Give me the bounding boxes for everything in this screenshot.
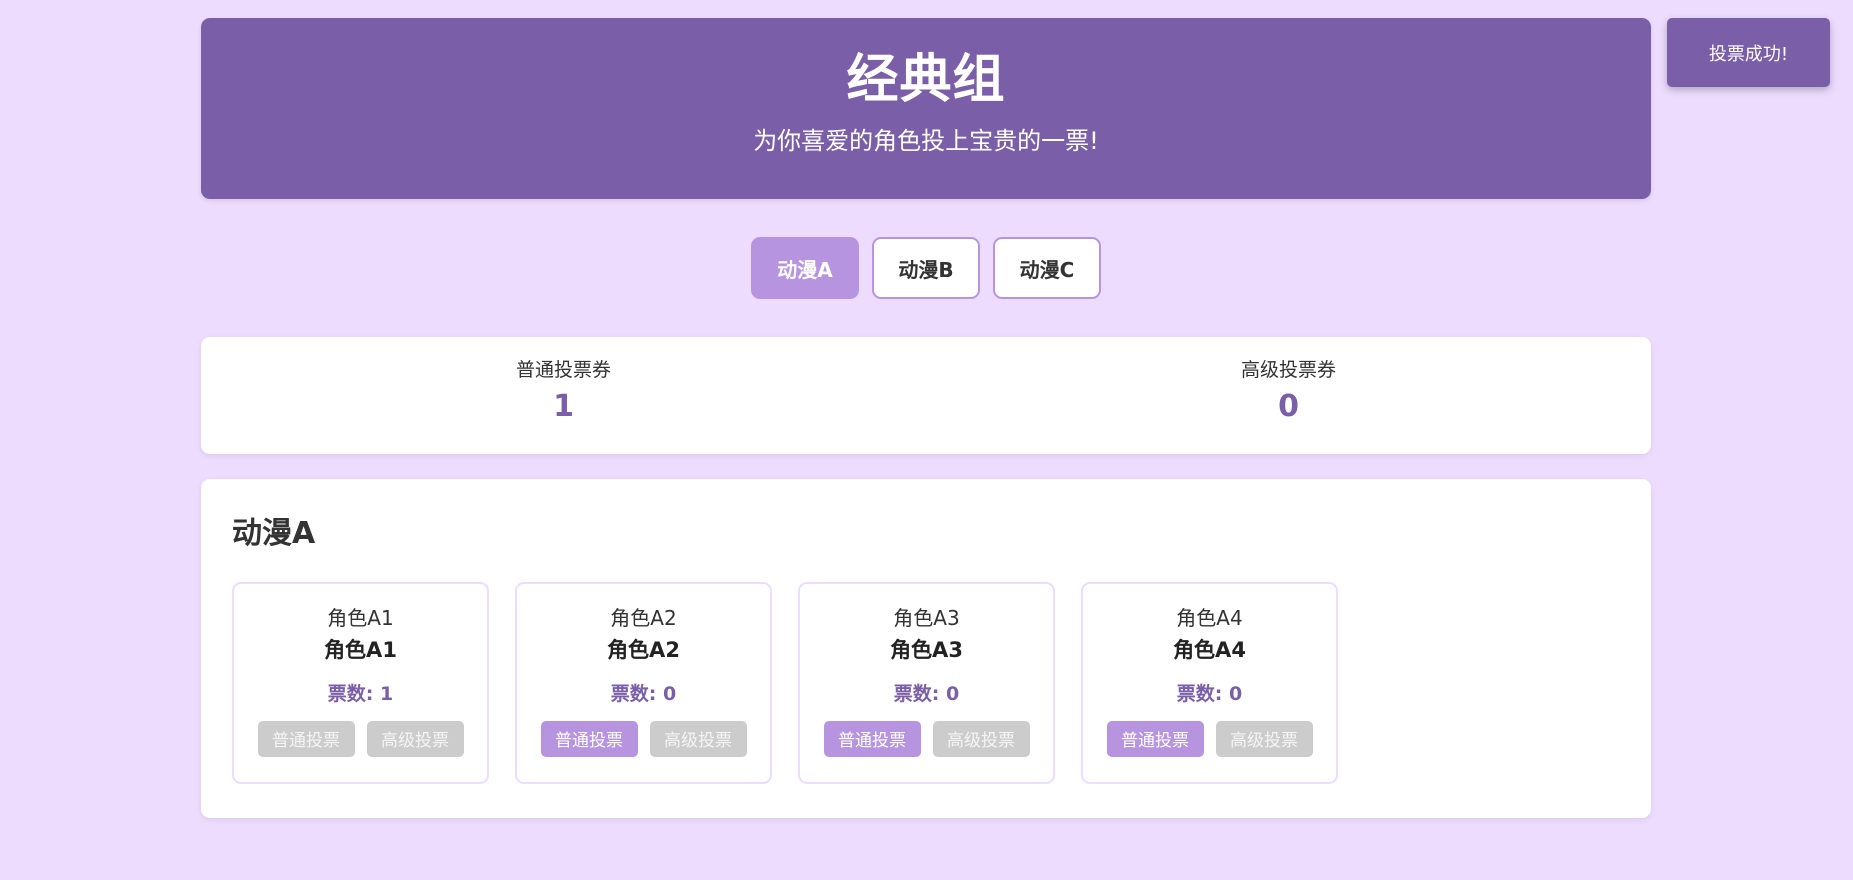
character-top-label: 角色A2 — [610, 606, 677, 630]
normal-ticket-count: 1 — [553, 388, 574, 424]
vote-count: 票数: 0 — [610, 683, 677, 706]
anime-title: 动漫A — [232, 516, 316, 551]
character-top-label: 角色A4 — [1176, 606, 1243, 630]
tab-anime-b[interactable]: 动漫B — [872, 237, 980, 299]
header-banner: 经典组 为你喜爱的角色投上宝贵的一票! — [201, 18, 1651, 199]
anime-tabs: 动漫A 动漫B 动漫C — [201, 237, 1651, 299]
page-subtitle: 为你喜爱的角色投上宝贵的一票! — [753, 127, 1099, 155]
premium-ticket-count: 0 — [1278, 388, 1299, 424]
vote-buttons: 普通投票 高级投票 — [517, 720, 770, 757]
vote-count: 票数: 0 — [893, 683, 960, 706]
tab-anime-c[interactable]: 动漫C — [993, 237, 1101, 299]
vote-buttons: 普通投票 高级投票 — [234, 720, 487, 757]
premium-vote-button[interactable]: 高级投票 — [932, 720, 1030, 757]
character-top-label: 角色A1 — [327, 606, 394, 630]
premium-vote-button[interactable]: 高级投票 — [366, 720, 464, 757]
vote-buttons: 普通投票 高级投票 — [1083, 720, 1336, 757]
premium-ticket-label: 高级投票券 — [1240, 359, 1336, 381]
character-name: 角色A4 — [1173, 638, 1246, 662]
normal-ticket-label: 普通投票券 — [515, 359, 611, 381]
normal-ticket-stat: 普通投票券 1 — [201, 337, 926, 454]
premium-ticket-stat: 高级投票券 0 — [926, 337, 1651, 454]
voting-page: 经典组 为你喜爱的角色投上宝贵的一票! 动漫A 动漫B 动漫C 普通投票券 1 … — [0, 0, 1853, 880]
anime-panel: 动漫A 角色A1 角色A1 票数: 1 普通投票 高级投票 角色A2 角色A2 … — [201, 479, 1651, 818]
character-card: 角色A3 角色A3 票数: 0 普通投票 高级投票 — [798, 582, 1055, 784]
normal-vote-button[interactable]: 普通投票 — [823, 720, 921, 757]
premium-vote-button[interactable]: 高级投票 — [1215, 720, 1313, 757]
main-container: 经典组 为你喜爱的角色投上宝贵的一票! 动漫A 动漫B 动漫C 普通投票券 1 … — [201, 18, 1651, 818]
character-card: 角色A4 角色A4 票数: 0 普通投票 高级投票 — [1081, 582, 1338, 784]
tab-anime-a[interactable]: 动漫A — [751, 237, 859, 299]
vote-count: 票数: 1 — [327, 683, 394, 706]
character-name: 角色A1 — [324, 638, 397, 662]
vote-buttons: 普通投票 高级投票 — [800, 720, 1053, 757]
character-card: 角色A1 角色A1 票数: 1 普通投票 高级投票 — [232, 582, 489, 784]
character-name: 角色A2 — [607, 638, 680, 662]
character-cards: 角色A1 角色A1 票数: 1 普通投票 高级投票 角色A2 角色A2 票数: … — [232, 582, 1620, 784]
ticket-stats: 普通投票券 1 高级投票券 0 — [201, 337, 1651, 454]
character-top-label: 角色A3 — [893, 606, 960, 630]
premium-vote-button[interactable]: 高级投票 — [649, 720, 747, 757]
normal-vote-button[interactable]: 普通投票 — [1106, 720, 1204, 757]
normal-vote-button[interactable]: 普通投票 — [540, 720, 638, 757]
vote-count: 票数: 0 — [1176, 683, 1243, 706]
normal-vote-button[interactable]: 普通投票 — [257, 720, 355, 757]
character-name: 角色A3 — [890, 638, 963, 662]
character-card: 角色A2 角色A2 票数: 0 普通投票 高级投票 — [515, 582, 772, 784]
toast-notification: 投票成功! — [1667, 18, 1830, 87]
page-title: 经典组 — [846, 50, 1006, 110]
